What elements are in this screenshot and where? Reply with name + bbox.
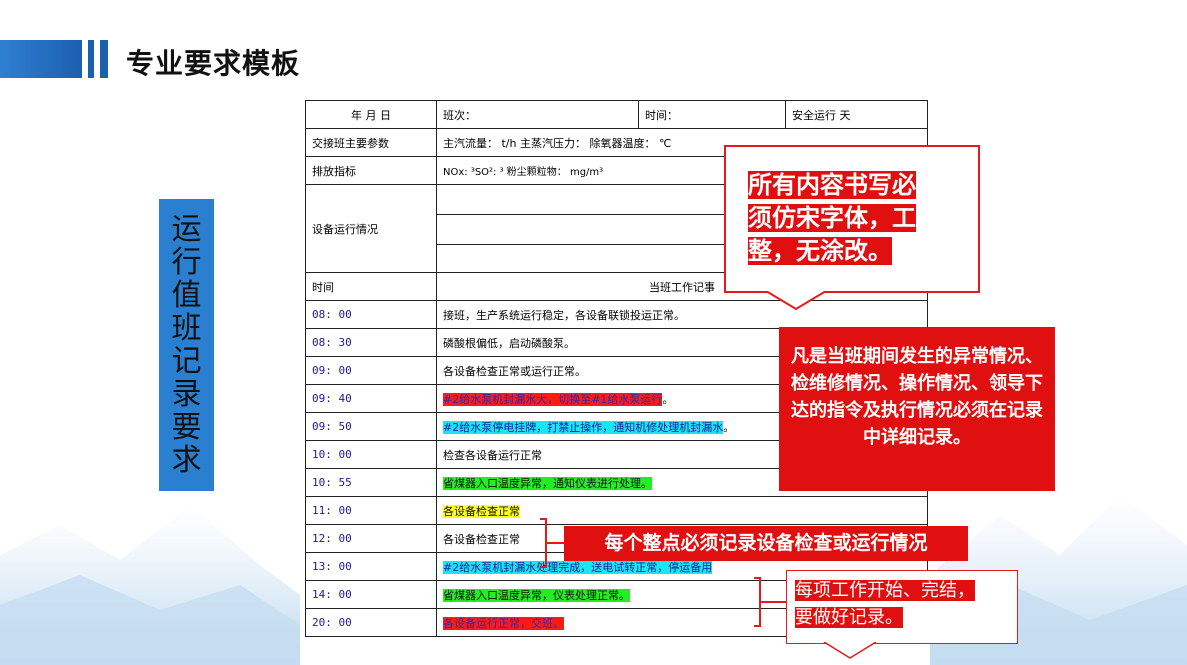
emission-label: 排放指标 bbox=[305, 156, 437, 185]
header-accent-stripe bbox=[88, 40, 94, 78]
log-time: 09: 40 bbox=[305, 384, 437, 413]
log-text-cell: 接班，生产系统运行稳定，各设备联锁投运正常。 bbox=[436, 300, 928, 329]
callout-pointer bbox=[823, 642, 877, 659]
safe-days-cell: 安全运行 天 bbox=[785, 100, 928, 129]
work-record-callout: 每项工作开始、完结， 要做好记录。 bbox=[786, 570, 1018, 644]
abnormal-record-callout: 凡是当班期间发生的异常情况、检维修情况、操作情况、领导下达的指令及执行情况必须在… bbox=[779, 327, 1055, 491]
bracket-hourly bbox=[540, 518, 564, 568]
log-text: 各设备运行正常，交班。 bbox=[443, 616, 564, 630]
log-text: #2给水泵机封漏水处理完成，送电试转正常，停运备用 bbox=[443, 560, 713, 574]
date-cell: 年 月 日 bbox=[305, 100, 437, 129]
log-time: 20: 00 bbox=[305, 608, 437, 637]
shift-cell: 班次： bbox=[436, 100, 639, 129]
page-title: 专业要求模板 bbox=[126, 47, 301, 80]
log-text: 各设备检查正常 bbox=[443, 504, 520, 518]
log-text: #2给水泵停电挂牌，打禁止操作，通知机修处理机封漏水 bbox=[443, 420, 724, 434]
header-accent-stripe bbox=[100, 40, 108, 78]
bracket-work bbox=[754, 577, 786, 627]
time-cell: 时间： bbox=[638, 100, 786, 129]
callout-pointer bbox=[765, 291, 827, 311]
font-rule-callout: 所有内容书写必 须仿宋字体，工 整，无涂改。 bbox=[724, 145, 980, 293]
log-time: 12: 00 bbox=[305, 524, 437, 553]
log-time: 08: 00 bbox=[305, 300, 437, 329]
table-row: 11: 00 各设备检查正常 bbox=[305, 496, 928, 525]
log-text: 磷酸根偏低，启动磷酸泵。 bbox=[443, 336, 575, 350]
work-record-line: 每项工作开始、完结， bbox=[795, 580, 975, 601]
log-suffix: 。 bbox=[723, 420, 735, 434]
log-text: 省煤器入口温度异常，仪表处理正常。 bbox=[443, 588, 630, 602]
table-row: 年 月 日 班次： 时间： 安全运行 天 bbox=[305, 100, 928, 129]
log-text: 检查各设备运行正常 bbox=[443, 448, 542, 462]
log-time: 14: 00 bbox=[305, 580, 437, 609]
font-rule-line: 须仿宋字体，工 bbox=[748, 204, 916, 232]
log-time: 13: 00 bbox=[305, 552, 437, 581]
log-time-header: 时间 bbox=[305, 272, 437, 301]
log-time: 09: 00 bbox=[305, 356, 437, 385]
side-label: 运行值班记录要求 bbox=[159, 199, 214, 491]
font-rule-line: 整，无涂改。 bbox=[748, 237, 892, 265]
log-suffix: 。 bbox=[662, 392, 674, 406]
log-time: 10: 00 bbox=[305, 440, 437, 469]
log-time: 09: 50 bbox=[305, 412, 437, 441]
log-text-cell: 各设备检查正常 bbox=[436, 496, 928, 525]
log-text: #2给水泵机封漏水大，切换至#1给水泵运行 bbox=[443, 392, 663, 406]
log-text: 省煤器入口温度异常，通知仪表进行处理。 bbox=[443, 476, 652, 490]
side-label-text: 运行值班记录要求 bbox=[171, 212, 202, 478]
log-text: 各设备检查正常或运行正常。 bbox=[443, 364, 586, 378]
table-row: 08: 00 接班，生产系统运行稳定，各设备联锁投运正常。 bbox=[305, 300, 928, 329]
log-time: 10: 55 bbox=[305, 468, 437, 497]
font-rule-text: 所有内容书写必 须仿宋字体，工 整，无涂改。 bbox=[748, 169, 962, 268]
work-record-line: 要做好记录。 bbox=[795, 607, 903, 628]
log-text: 接班，生产系统运行稳定，各设备联锁投运正常。 bbox=[443, 308, 685, 322]
params-label: 交接班主要参数 bbox=[305, 128, 437, 157]
log-time: 11: 00 bbox=[305, 496, 437, 525]
work-record-text: 每项工作开始、完结， 要做好记录。 bbox=[795, 577, 975, 631]
log-text: 各设备检查正常 bbox=[443, 532, 520, 546]
header-accent-bar bbox=[0, 40, 82, 78]
equipment-label: 设备运行情况 bbox=[305, 184, 437, 273]
log-time: 08: 30 bbox=[305, 328, 437, 357]
font-rule-line: 所有内容书写必 bbox=[748, 171, 916, 199]
hourly-check-callout: 每个整点必须记录设备检查或运行情况 bbox=[564, 526, 968, 561]
